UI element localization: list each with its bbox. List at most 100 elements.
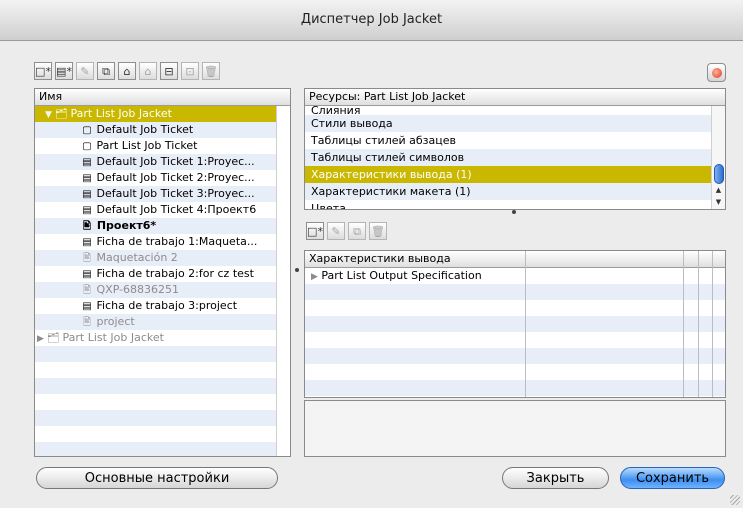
resource-item[interactable]: Слияния bbox=[305, 106, 711, 115]
empty-row bbox=[305, 300, 725, 316]
spec-row[interactable]: ▶ Part List Output Specification bbox=[305, 268, 725, 284]
tree-row[interactable]: ▶ 🗂 Part List Job Jacket bbox=[35, 330, 276, 346]
output-spec-table: Характеристики вывода ▶ Part List Output… bbox=[304, 250, 726, 398]
spec-column-header[interactable]: Характеристики вывода bbox=[305, 251, 725, 268]
splitter-handle-icon[interactable] bbox=[512, 210, 516, 214]
jacket-tree-panel: Имя ▼ 🗂 Part List Job Jacket ▢ Default Jo… bbox=[34, 88, 291, 457]
project-icon: 🖹 bbox=[82, 253, 92, 264]
resources-list: Слияния Стили вывода Таблицы стилей абза… bbox=[305, 106, 711, 209]
export-icon[interactable]: ⊡ bbox=[181, 62, 199, 80]
tree-row[interactable]: ▢ Default Job Ticket bbox=[35, 122, 276, 138]
empty-row bbox=[305, 284, 725, 300]
tree-row[interactable]: ▤ Default Job Ticket 1:Proyec... bbox=[35, 154, 276, 170]
resource-label: Стили вывода bbox=[311, 117, 393, 130]
tree-column-header[interactable]: Имя bbox=[35, 89, 290, 106]
resource-label: Цвета bbox=[311, 202, 346, 210]
help-icon bbox=[711, 67, 722, 78]
import-icon[interactable]: ⊟ bbox=[160, 62, 178, 80]
tree-row[interactable]: 🖹 Проект6* bbox=[35, 218, 276, 234]
jacket-icon: 🗂 bbox=[55, 109, 68, 120]
resource-label: Таблицы стилей абзацев bbox=[311, 134, 456, 147]
layout-ticket-icon: ▤ bbox=[82, 189, 92, 200]
tree-row-label: Проект6* bbox=[96, 219, 157, 232]
disclosure-triangle-icon[interactable]: ▼ bbox=[45, 107, 55, 122]
column-divider[interactable] bbox=[712, 251, 713, 397]
tree-row[interactable]: 🖹 Maquetación 2 bbox=[35, 250, 276, 266]
help-button[interactable] bbox=[707, 63, 726, 82]
resource-item[interactable]: Характеристики вывода (1) bbox=[305, 166, 711, 183]
tree-row-label: Default Job Ticket 4:Проект6 bbox=[96, 203, 257, 216]
spec-toolbar: □* ✎ ⧉ 🗑 bbox=[306, 222, 387, 242]
ticket-icon: ▢ bbox=[82, 125, 92, 136]
folder-link-icon[interactable]: ⌂ bbox=[139, 62, 157, 80]
resize-grip-icon[interactable] bbox=[730, 495, 740, 505]
tree-row[interactable]: ▤ Default Job Ticket 3:Proyec... bbox=[35, 186, 276, 202]
tree-row-label: Default Job Ticket 3:Proyec... bbox=[96, 187, 255, 200]
project-icon: 🖹 bbox=[82, 285, 92, 296]
layout-ticket-icon: ▤ bbox=[82, 205, 92, 216]
scroll-down-icon[interactable]: ▼ bbox=[712, 198, 725, 206]
tree-row-label: QXP-68836251 bbox=[96, 283, 180, 296]
duplicate-spec-icon[interactable]: ⧉ bbox=[348, 222, 366, 240]
new-ticket-icon[interactable]: ▤* bbox=[55, 62, 73, 80]
column-divider[interactable] bbox=[698, 251, 699, 397]
jacket-toolbar: □* ▤* ✎ ⧉ ⌂ ⌂ ⊟ ⊡ 🗑 bbox=[34, 62, 220, 82]
tree-row[interactable]: 🖹 project bbox=[35, 314, 276, 330]
default-settings-button[interactable]: Основные настройки bbox=[36, 467, 278, 489]
scroll-up-icon[interactable]: ▲ bbox=[712, 186, 725, 194]
tree-row[interactable]: ▤ Ficha de trabajo 2:for cz test bbox=[35, 266, 276, 282]
tree-row-label: Ficha de trabajo 1:Maqueta... bbox=[96, 235, 258, 248]
scroll-thumb[interactable] bbox=[714, 164, 724, 184]
resources-panel: Ресурсы: Part List Job Jacket Слияния Ст… bbox=[304, 88, 726, 210]
open-folder-icon[interactable]: ⌂ bbox=[118, 62, 136, 80]
disclosure-triangle-icon[interactable]: ▶ bbox=[311, 272, 318, 282]
resources-scrollbar[interactable]: ▲ ▼ bbox=[711, 106, 725, 209]
resource-label: Слияния bbox=[311, 106, 361, 115]
resource-item[interactable]: Характеристики макета (1) bbox=[305, 183, 711, 200]
resource-item[interactable]: Цвета bbox=[305, 200, 711, 210]
project-icon: 🖹 bbox=[82, 317, 92, 328]
empty-row bbox=[35, 394, 276, 410]
empty-row bbox=[35, 378, 276, 394]
resources-header[interactable]: Ресурсы: Part List Job Jacket bbox=[305, 89, 725, 106]
edit-icon[interactable]: ✎ bbox=[76, 62, 94, 80]
tree-row[interactable]: ▤ Ficha de trabajo 3:project bbox=[35, 298, 276, 314]
delete-spec-icon[interactable]: 🗑 bbox=[369, 222, 387, 240]
edit-spec-icon[interactable]: ✎ bbox=[327, 222, 345, 240]
empty-row bbox=[305, 348, 725, 364]
layout-ticket-icon: ▤ bbox=[82, 301, 92, 312]
tree-row[interactable]: ▤ Ficha de trabajo 1:Maqueta... bbox=[35, 234, 276, 250]
trash-icon[interactable]: 🗑 bbox=[202, 62, 220, 80]
resource-item[interactable]: Таблицы стилей абзацев bbox=[305, 132, 711, 149]
close-button[interactable]: Закрыть bbox=[502, 467, 609, 489]
tree-row[interactable]: ▤ Default Job Ticket 4:Проект6 bbox=[35, 202, 276, 218]
save-button[interactable]: Сохранить bbox=[620, 467, 725, 489]
column-divider[interactable] bbox=[683, 251, 684, 397]
jacket-tree: ▼ 🗂 Part List Job Jacket ▢ Default Job Ti… bbox=[35, 106, 276, 456]
new-jacket-icon[interactable]: □* bbox=[34, 62, 52, 80]
disclosure-triangle-icon[interactable]: ▶ bbox=[37, 331, 47, 346]
tree-row-label: Part List Job Ticket bbox=[96, 139, 198, 152]
tree-row-label: Default Job Ticket 1:Proyec... bbox=[96, 155, 255, 168]
job-jacket-manager-window: Диспетчер Job Jacket □* ▤* ✎ ⧉ ⌂ ⌂ ⊟ ⊡ 🗑… bbox=[0, 0, 743, 508]
duplicate-icon[interactable]: ⧉ bbox=[97, 62, 115, 80]
tree-row[interactable]: 🖹 QXP-68836251 bbox=[35, 282, 276, 298]
resource-item[interactable]: Таблицы стилей символов bbox=[305, 149, 711, 166]
column-divider[interactable] bbox=[525, 251, 526, 397]
layout-ticket-icon: ▤ bbox=[82, 157, 92, 168]
empty-row bbox=[35, 426, 276, 442]
tree-row-label: Default Job Ticket 2:Proyec... bbox=[96, 171, 255, 184]
title-bar[interactable]: Диспетчер Job Jacket bbox=[0, 0, 743, 41]
tree-row[interactable]: ▼ 🗂 Part List Job Jacket bbox=[35, 106, 276, 122]
tree-scrollbar[interactable] bbox=[276, 106, 290, 456]
empty-row bbox=[35, 442, 276, 456]
tree-row[interactable]: ▤ Default Job Ticket 2:Proyec... bbox=[35, 170, 276, 186]
tree-row-label: Ficha de trabajo 3:project bbox=[96, 299, 238, 312]
resource-item[interactable]: Стили вывода bbox=[305, 115, 711, 132]
tree-row-label: project bbox=[96, 315, 135, 328]
spec-list: ▶ Part List Output Specification bbox=[305, 268, 725, 397]
new-spec-icon[interactable]: □* bbox=[306, 222, 324, 240]
splitter-handle-icon[interactable] bbox=[295, 268, 299, 272]
tree-row[interactable]: ▢ Part List Job Ticket bbox=[35, 138, 276, 154]
empty-row bbox=[305, 364, 725, 380]
